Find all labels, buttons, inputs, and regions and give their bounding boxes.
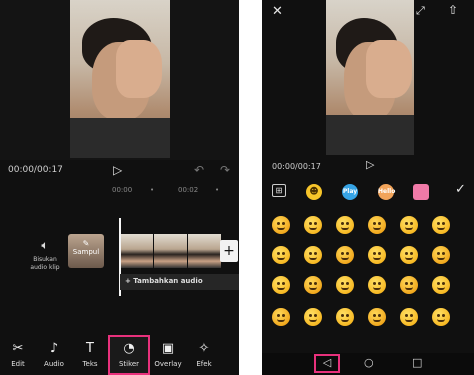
add-audio-button[interactable]: + Tambahkan audio [120, 274, 239, 290]
emoji-sticker[interactable] [272, 216, 290, 234]
recent-apps-icon[interactable]: □ [412, 356, 422, 369]
image-sticker-icon[interactable]: ⊞ [272, 184, 286, 197]
timeline: 🔈︎ Bisukan audio klip ✎ Sampul + + Tamba… [0, 198, 239, 332]
emoji-sticker[interactable] [368, 308, 386, 326]
emoji-sticker[interactable] [304, 246, 322, 264]
tool-edit[interactable]: ✂ Edit [0, 335, 36, 375]
playback-bar: 00:00/00:17 ▷ ↶ ↷ [0, 160, 239, 182]
tool-label: Audio [44, 360, 64, 368]
effects-icon: ✧ [198, 341, 210, 356]
ruler-dot: • [215, 186, 220, 194]
play-icon[interactable]: ▷ [366, 158, 374, 171]
tool-label: Stiker [118, 360, 140, 368]
cover-button[interactable]: ✎ Sampul [68, 234, 104, 268]
tool-label: Teks [82, 360, 98, 368]
add-audio-label: + Tambahkan audio [125, 277, 203, 285]
pencil-icon: ✎ [82, 239, 90, 248]
tab-hello[interactable]: Hello [378, 184, 395, 200]
tool-sticker[interactable]: ◔ Stiker [108, 335, 150, 375]
text-icon: T [86, 341, 94, 356]
fullscreen-icon[interactable]: ⤢ [416, 4, 425, 18]
emoji-sticker[interactable] [336, 308, 354, 326]
tab-emoji[interactable]: ☻ [306, 184, 322, 200]
emoji-sticker[interactable] [272, 276, 290, 294]
ruler-tick: 00:02 [178, 186, 199, 194]
emoji-sticker[interactable] [432, 308, 450, 326]
ruler-tick: 00:00 [112, 186, 133, 194]
tool-label: Efek [196, 360, 212, 368]
add-clip-button[interactable]: + [220, 240, 238, 262]
video-subject-shirt [326, 115, 414, 155]
emoji-sticker[interactable] [400, 276, 418, 294]
mute-audio-button[interactable]: 🔈︎ Bisukan audio klip [26, 238, 64, 272]
emoji-sticker[interactable] [432, 276, 450, 294]
emoji-sticker[interactable] [368, 246, 386, 264]
redo-icon[interactable]: ↷ [220, 163, 230, 177]
tab-sticker-pack[interactable] [413, 184, 429, 200]
check-icon[interactable]: ✓ [455, 182, 466, 198]
emoji-grid [262, 212, 474, 346]
video-subject-hand [116, 40, 162, 98]
emoji-sticker[interactable] [368, 216, 386, 234]
tool-audio[interactable]: ♪ Audio [36, 335, 72, 375]
emoji-sticker[interactable] [400, 246, 418, 264]
emoji-sticker[interactable] [400, 308, 418, 326]
scissors-icon: ✂ [12, 341, 24, 356]
bottom-toolbar: ✂ Edit ♪ Audio T Teks ◔ Stiker ▣ Overlay… [0, 335, 239, 375]
sticker-category-tabs: ⊞ ☻ Play Hello ✓ [262, 180, 474, 206]
tool-text[interactable]: T Teks [72, 335, 108, 375]
editor-screen: 00:00/00:17 ▷ ↶ ↷ 00:00 • 00:02 • 🔈︎ Bis… [0, 0, 239, 375]
overlay-icon: ▣ [161, 341, 175, 356]
playback-time: 00:00/00:17 [272, 162, 321, 171]
tool-label: Edit [11, 360, 25, 368]
timeline-ruler: 00:00 • 00:02 • [0, 184, 239, 198]
tab-play[interactable]: Play [342, 184, 358, 200]
back-icon[interactable]: ◁ [314, 354, 340, 373]
video-preview-area [0, 0, 239, 160]
cover-label: Sampul [72, 248, 100, 256]
emoji-sticker[interactable] [432, 216, 450, 234]
emoji-sticker[interactable] [272, 246, 290, 264]
clip-thumbnail [188, 234, 221, 268]
tool-label: Overlay [154, 360, 182, 368]
speaker-icon: 🔈︎ [41, 238, 49, 252]
emoji-sticker[interactable] [272, 308, 290, 326]
emoji-sticker[interactable] [336, 246, 354, 264]
video-subject-shirt [70, 118, 170, 158]
playback-time: 00:00/00:17 [8, 165, 63, 175]
export-icon[interactable]: ⇧ [448, 3, 458, 17]
tool-overlay[interactable]: ▣ Overlay [150, 335, 186, 375]
music-note-icon: ♪ [49, 341, 59, 356]
emoji-sticker[interactable] [432, 246, 450, 264]
close-icon[interactable]: ✕ [272, 4, 283, 19]
emoji-sticker[interactable] [304, 216, 322, 234]
emoji-sticker[interactable] [400, 216, 418, 234]
emoji-sticker[interactable] [304, 308, 322, 326]
top-bar: ✕ ⤢ ⇧ [262, 0, 474, 28]
home-icon[interactable]: ○ [364, 356, 374, 369]
clip-thumbnail [120, 234, 153, 268]
emoji-sticker[interactable] [368, 276, 386, 294]
video-preview[interactable] [70, 0, 170, 158]
tool-effects[interactable]: ✧ Efek [186, 335, 222, 375]
sticker-icon: ◔ [123, 341, 135, 356]
undo-icon[interactable]: ↶ [194, 163, 204, 177]
clip-thumbnail [154, 234, 187, 268]
video-subject-hand [366, 40, 412, 98]
play-icon[interactable]: ▷ [113, 163, 122, 177]
android-navigation-bar: ◁ ○ □ [262, 353, 474, 375]
emoji-sticker[interactable] [304, 276, 322, 294]
mute-audio-label: Bisukan audio klip [30, 256, 60, 271]
emoji-sticker[interactable] [336, 216, 354, 234]
ruler-dot: • [150, 186, 155, 194]
emoji-sticker[interactable] [336, 276, 354, 294]
sticker-picker-screen: ✕ ⤢ ⇧ 00:00/00:17 ▷ ⊞ ☻ Play Hello ✓ ◁ ○… [262, 0, 474, 375]
